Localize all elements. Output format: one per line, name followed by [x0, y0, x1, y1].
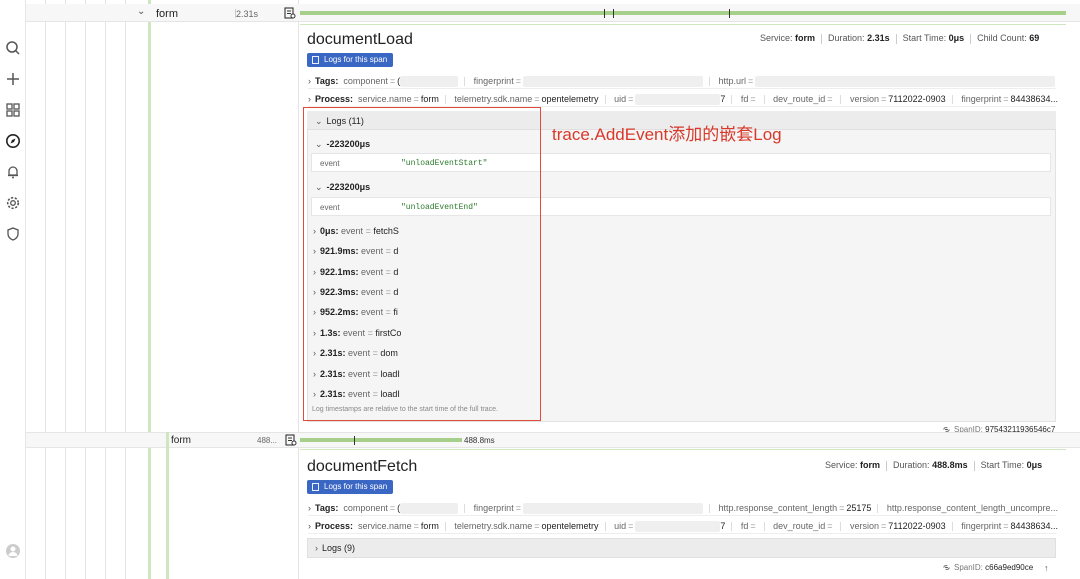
timeline-tick: [354, 436, 355, 445]
process-row[interactable]: › Process: service.name = form telemetry.sd…: [308, 519, 1058, 534]
span-meta: Service: form Duration: 2.31s Start Time: …: [760, 33, 1040, 44]
span-bar-label: 488.8ms: [464, 436, 495, 445]
gear-icon[interactable]: [5, 195, 21, 211]
span-name[interactable]: form: [156, 8, 178, 20]
compass-icon[interactable]: [5, 133, 21, 149]
dashboard-icon[interactable]: [5, 102, 21, 118]
span-duration: 2.31s: [236, 9, 259, 19]
span-indent-bar: [166, 432, 169, 579]
tags-row[interactable]: › Tags: component =( fingerprint = http.url…: [308, 74, 1056, 89]
logs-for-span-button[interactable]: Logs for this span: [307, 480, 394, 494]
tree-guide: [85, 0, 86, 579]
tree-guide: [125, 0, 126, 579]
avatar-icon[interactable]: [5, 543, 21, 559]
logs-header[interactable]: › Logs (9): [315, 543, 355, 553]
bell-icon[interactable]: [5, 164, 21, 180]
log-icon[interactable]: [284, 7, 296, 19]
span-indent-bar: [148, 0, 151, 579]
logs-for-span-button[interactable]: Logs for this span: [307, 53, 394, 67]
span-title: documentLoad: [307, 31, 413, 48]
annotation-box: [303, 107, 541, 421]
span-timeline-bar[interactable]: [300, 11, 1066, 15]
span-timeline-bar[interactable]: [300, 438, 462, 442]
logs-header-bg: [307, 538, 1056, 558]
span-meta: Service: form Duration: 488.8ms Start Time…: [825, 460, 1043, 471]
timeline-tick: [604, 9, 605, 18]
shield-icon[interactable]: [5, 226, 21, 242]
span-id: SpanID: c66a9ed90ce: [942, 563, 1033, 572]
search-icon[interactable]: [5, 40, 21, 56]
tags-row[interactable]: › Tags: component =( fingerprint = http.res…: [308, 501, 1058, 516]
tree-guide: [65, 0, 66, 579]
timeline-tick: [729, 9, 730, 18]
timeline-tick: [613, 9, 614, 18]
plus-icon[interactable]: [5, 71, 21, 87]
process-row[interactable]: › Process: service.name = form telemetry.sd…: [308, 92, 1058, 107]
span-duration: 488...: [257, 436, 278, 445]
annotation-label: trace.AddEvent添加的嵌套Log: [552, 125, 782, 144]
chevron-down-icon[interactable]: ⌄: [137, 6, 145, 17]
tree-guide: [105, 0, 106, 579]
span-title: documentFetch: [307, 458, 418, 475]
tree-guide: [45, 0, 46, 579]
scroll-up-icon[interactable]: ↑: [1044, 563, 1049, 573]
log-icon[interactable]: [285, 434, 297, 446]
left-nav-sidebar: [0, 0, 26, 579]
span-name[interactable]: form: [171, 435, 191, 446]
timeline-divider: [298, 0, 299, 579]
divider: [235, 9, 236, 18]
